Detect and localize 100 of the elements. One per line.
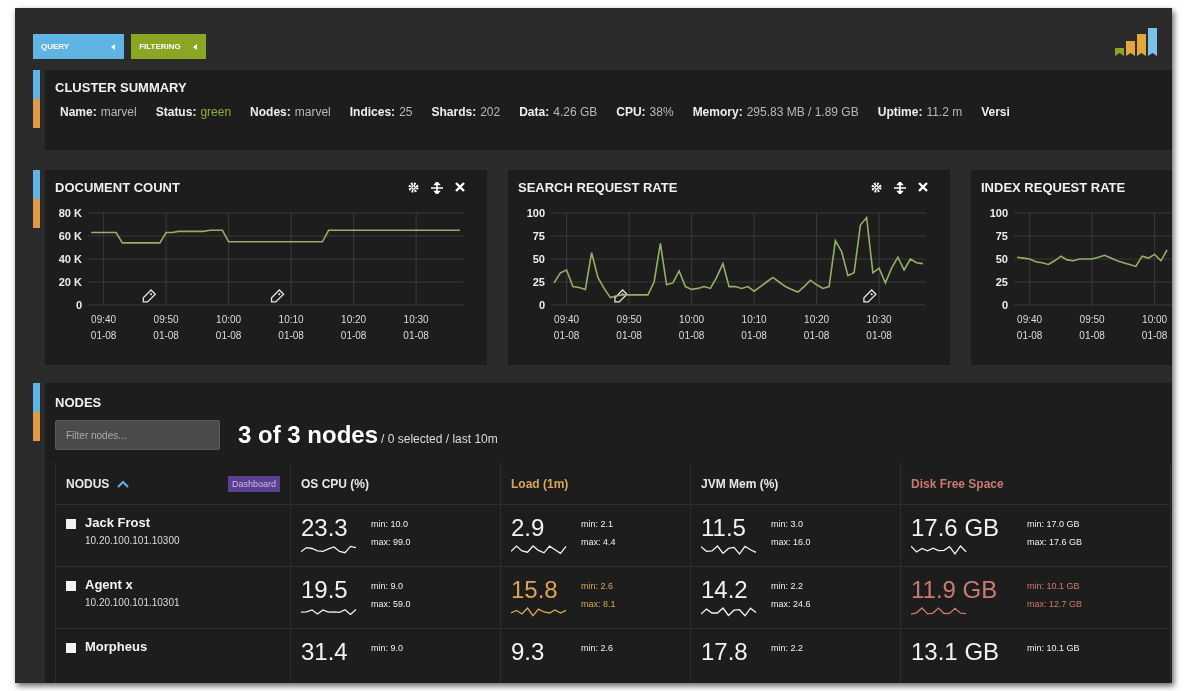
sparkline bbox=[511, 543, 567, 556]
column-header[interactable]: Disk Free Space bbox=[901, 463, 1171, 505]
metric-value: 11.9 GB bbox=[911, 577, 999, 603]
axis-label: 100 bbox=[989, 207, 1008, 219]
axis-label: 0 bbox=[1001, 299, 1008, 311]
header-label: Disk Free Space bbox=[911, 476, 1004, 491]
axis-label: 50 bbox=[995, 253, 1008, 265]
close-button[interactable] bbox=[918, 181, 928, 194]
axis-label: 10:20 01-08 bbox=[803, 314, 830, 341]
metric-value: 17.8 bbox=[701, 639, 749, 665]
move-button[interactable] bbox=[431, 181, 443, 194]
metric-value: 15.8 bbox=[511, 577, 559, 603]
summary-value: 4.26 GB bbox=[553, 105, 598, 119]
tag-icon[interactable] bbox=[142, 289, 157, 303]
move-icon bbox=[894, 181, 906, 194]
metric-value: 2.9 bbox=[511, 515, 546, 541]
sparkline bbox=[911, 605, 967, 618]
summary-label: Data: bbox=[519, 105, 550, 119]
row-checkbox[interactable] bbox=[66, 519, 76, 529]
metric-max: max: 4.4 bbox=[581, 537, 616, 547]
axis-label: 09:50 01-08 bbox=[1079, 314, 1105, 341]
axis-label: 75 bbox=[995, 230, 1008, 242]
axis-label: 40 K bbox=[58, 253, 82, 265]
caret-icon bbox=[192, 43, 198, 50]
metric-value: 13.1 GB bbox=[911, 639, 1001, 665]
metric-min: min: 2.6 bbox=[581, 581, 614, 591]
node-name: Jack Frost bbox=[85, 515, 152, 530]
metric-min: min: 10.1 GB bbox=[1027, 581, 1081, 591]
metric-min: min: 2.2 bbox=[771, 643, 803, 653]
header-label: OS CPU (%) bbox=[301, 476, 369, 491]
close-button[interactable] bbox=[455, 181, 465, 194]
settings-button[interactable] bbox=[408, 181, 419, 194]
summary-label: Status: bbox=[155, 105, 197, 119]
tag-icon[interactable] bbox=[270, 289, 285, 303]
move-icon bbox=[431, 181, 443, 194]
node-address: 10.20.100.101.10300 bbox=[85, 535, 180, 546]
summary-label: Versi bbox=[981, 105, 1010, 119]
metric-value: 31.4 bbox=[301, 639, 349, 665]
column-header[interactable]: OS CPU (%) bbox=[291, 463, 501, 505]
column-header[interactable]: NODUS Dashboard bbox=[56, 463, 291, 505]
panel-title: CLUSTER SUMMARY bbox=[55, 80, 188, 95]
metric-max: max: 8.1 bbox=[581, 599, 616, 609]
axis-label: 80 K bbox=[58, 207, 82, 219]
move-button[interactable] bbox=[894, 181, 906, 194]
axis-label: 20 K bbox=[58, 276, 82, 288]
axis-label: 10:00 01-08 bbox=[215, 314, 242, 341]
axis-label: 10:00 01-08 bbox=[678, 314, 705, 341]
axis-label: 10:10 01-08 bbox=[278, 314, 304, 341]
axis-label: 09:50 01-08 bbox=[153, 314, 179, 341]
summary-label: Name: bbox=[60, 105, 97, 119]
axis-label: 09:40 01-08 bbox=[553, 314, 580, 341]
tag-icon[interactable] bbox=[863, 289, 877, 303]
row-checkbox[interactable] bbox=[66, 581, 76, 591]
settings-button[interactable] bbox=[871, 181, 882, 194]
tag-icon[interactable] bbox=[614, 289, 628, 303]
summary-label: Indices: bbox=[349, 105, 396, 119]
close-icon bbox=[455, 181, 465, 192]
metric-value: 9.3 bbox=[511, 639, 546, 665]
metric-value: 23.3 bbox=[301, 515, 349, 541]
settings-icon bbox=[408, 181, 419, 193]
axis-label: 10:30 01-08 bbox=[866, 314, 892, 341]
panel-title: NODES bbox=[55, 395, 103, 410]
axis-label: 10:20 01-08 bbox=[340, 314, 367, 341]
summary-value: 11.2 m bbox=[926, 105, 963, 119]
filter-field[interactable]: Filter nodes... bbox=[55, 420, 220, 450]
summary-label: Uptime: bbox=[877, 105, 923, 119]
summary-value: marvel bbox=[100, 105, 137, 119]
axis-label: 10:00 01-08 bbox=[1141, 314, 1168, 341]
panel-title: INDEX REQUEST RATE bbox=[981, 180, 1126, 195]
metric-max: max: 59.0 bbox=[371, 599, 411, 609]
summary-value: 25 bbox=[399, 105, 413, 119]
sparkline bbox=[511, 605, 567, 618]
row-checkbox[interactable] bbox=[66, 643, 76, 653]
summary-value: 38% bbox=[649, 105, 674, 119]
summary-value: 202 bbox=[480, 105, 501, 119]
axis-label: 60 K bbox=[58, 230, 82, 242]
axis-label: 25 bbox=[995, 276, 1008, 288]
metric-value: 17.6 GB bbox=[911, 515, 1001, 541]
metric-min: min: 2.1 bbox=[581, 519, 614, 529]
header-label: JVM Mem (%) bbox=[701, 476, 779, 491]
metric-min: min: 3.0 bbox=[771, 519, 804, 529]
sparkline bbox=[701, 605, 757, 618]
axis-label: 100 bbox=[526, 207, 545, 219]
summary-value: green bbox=[200, 105, 232, 119]
axis-label: 09:40 01-08 bbox=[1016, 314, 1043, 341]
column-header[interactable]: JVM Mem (%) bbox=[691, 463, 901, 505]
metric-min: min: 10.1 GB bbox=[1027, 643, 1080, 653]
count-detail: / 0 selected / last 10m bbox=[381, 432, 498, 446]
settings-icon bbox=[871, 181, 882, 193]
node-address: 10.20.100.101.10301 bbox=[85, 597, 180, 608]
metric-max: max: 16.0 bbox=[771, 537, 811, 547]
metric-min: min: 10.0 bbox=[371, 519, 410, 529]
column-header[interactable]: Load (1m) bbox=[501, 463, 691, 505]
summary-value: marvel bbox=[294, 105, 331, 119]
metric-max: max: 99.0 bbox=[371, 537, 411, 547]
metric-max: max: 12.7 GB bbox=[1027, 599, 1083, 609]
node-count: 3 of 3 nodes bbox=[238, 421, 379, 449]
summary-label: Shards: bbox=[431, 105, 477, 119]
axis-label: 09:40 01-08 bbox=[90, 314, 117, 341]
dashboard-badge[interactable]: Dashboard bbox=[227, 475, 280, 492]
